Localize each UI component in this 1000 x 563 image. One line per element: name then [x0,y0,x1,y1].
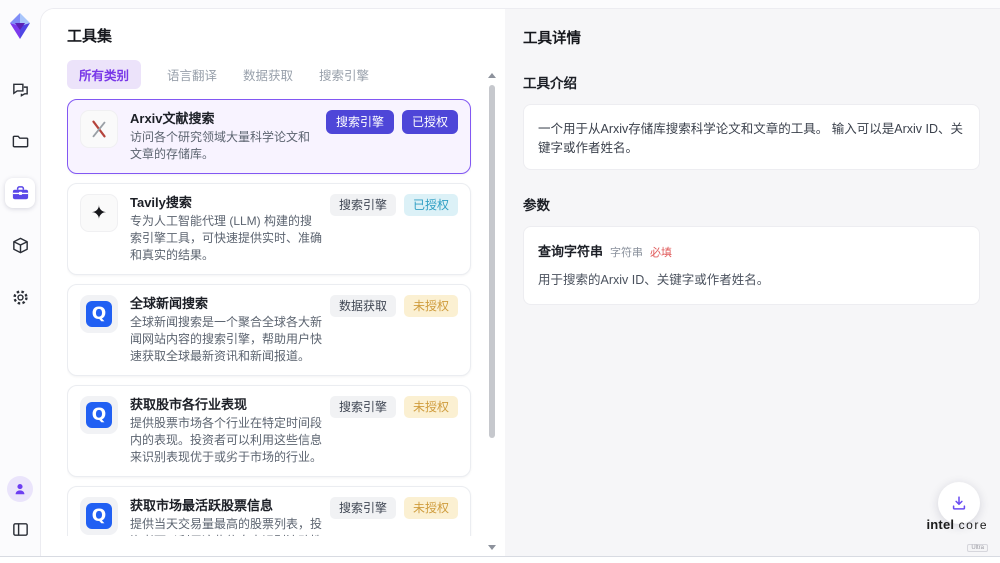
app-logo-icon[interactable] [6,12,34,40]
detail-title: 工具详情 [523,27,980,48]
category-badge: 搜索引擎 [330,396,396,418]
tool-card-stock-industry[interactable]: Q 获取股市各行业表现 提供股票市场各个行业在特定时间段内的表现。投资者可以利用… [67,385,471,477]
tool-name: 获取股市各行业表现 [130,396,324,413]
category-badge: 搜索引擎 [330,497,396,519]
brand-intel-text: intel [926,517,954,532]
tool-name: Arxiv文献搜索 [130,110,320,127]
user-avatar-icon[interactable] [7,476,33,502]
juhe-q-icon: Q [80,295,118,333]
param-description: 用于搜索的Arxiv ID、关键字或作者姓名。 [538,269,965,288]
tool-intro-text: 一个用于从Arxiv存储库搜索科学论文和文章的工具。 输入可以是Arxiv ID… [523,104,980,170]
tool-name: Tavily搜索 [130,194,324,211]
param-required-flag: 必填 [650,244,672,260]
params-section-title: 参数 [523,194,980,214]
settings-icon[interactable] [5,282,35,312]
tool-card-tavily[interactable]: ✦ Tavily搜索 专为人工智能代理 (LLM) 构建的搜索引擎工具，可快速提… [67,183,471,275]
app-window: 工具集 所有类别 语言翻译 数据获取 搜索引擎 Arxiv文献搜索 [0,0,1000,557]
tab-search-engine[interactable]: 搜索引擎 [319,60,369,89]
tool-card-global-news[interactable]: Q 全球新闻搜索 全球新闻搜索是一个聚合全球各大新闻网站内容的搜索引擎，帮助用户… [67,284,471,376]
chat-icon[interactable] [5,74,35,104]
category-badge: 搜索引擎 [330,194,396,216]
auth-status-badge: 未授权 [404,396,458,418]
tool-list-panel: 工具集 所有类别 语言翻译 数据获取 搜索引擎 Arxiv文献搜索 [41,9,505,556]
juhe-q-icon: Q [80,497,118,535]
brand-core-text: core [959,518,988,532]
param-type: 字符串 [610,244,643,260]
folder-icon[interactable] [5,126,35,156]
tool-description: 访问各个研究领域大量科学论文和文章的存储库。 [130,129,320,163]
tool-description: 专为人工智能代理 (LLM) 构建的搜索引擎工具，可快速提供实时、准确和真实的结… [130,213,324,264]
list-scrollbar[interactable] [487,73,497,550]
tab-language-translation[interactable]: 语言翻译 [167,60,217,89]
tool-card-list: Arxiv文献搜索 访问各个研究领域大量科学论文和文章的存储库。 搜索引擎 已授… [67,99,495,536]
auth-status-badge: 未授权 [404,497,458,519]
tab-all-categories[interactable]: 所有类别 [67,60,141,89]
tool-name: 获取市场最活跃股票信息 [130,497,324,514]
arxiv-logo-icon [80,110,118,148]
tool-card-active-stocks[interactable]: Q 获取市场最活跃股票信息 提供当天交易量最高的股票列表，投资者可以利用这些信息… [67,486,471,536]
scroll-down-icon[interactable] [488,545,496,550]
page-title: 工具集 [67,25,495,46]
parameter-card: 查询字符串 字符串 必填 用于搜索的Arxiv ID、关键字或作者姓名。 [523,226,980,305]
auth-status-badge: 已授权 [402,110,458,134]
juhe-q-icon: Q [80,396,118,434]
content-card: 工具集 所有类别 语言翻译 数据获取 搜索引擎 Arxiv文献搜索 [40,8,1000,556]
tool-name: 全球新闻搜索 [130,295,324,312]
cube-icon[interactable] [5,230,35,260]
category-badge: 数据获取 [330,295,396,317]
intel-core-logo: intel core Ultra [926,516,988,552]
intro-section-title: 工具介绍 [523,72,980,92]
category-badge: 搜索引擎 [326,110,394,134]
auth-status-badge: 未授权 [404,295,458,317]
panel-layout-icon[interactable] [5,514,35,544]
param-name: 查询字符串 [538,241,603,260]
tool-description: 全球新闻搜索是一个聚合全球各大新闻网站内容的搜索引擎，帮助用户快速获取全球最新资… [130,314,324,365]
icon-sidebar [0,0,40,556]
category-tabs: 所有类别 语言翻译 数据获取 搜索引擎 [67,60,495,89]
tool-description: 提供股票市场各个行业在特定时间段内的表现。投资者可以利用这些信息来识别表现优于或… [130,415,324,466]
auth-status-badge: 已授权 [404,194,458,216]
tool-detail-panel: 工具详情 工具介绍 一个用于从Arxiv存储库搜索科学论文和文章的工具。 输入可… [505,9,1000,556]
tab-data-fetch[interactable]: 数据获取 [243,60,293,89]
tool-description: 提供当天交易量最高的股票列表，投资者可以利用这些信息来识别流动性强的股票和潜在的… [130,516,324,536]
scroll-up-icon[interactable] [488,73,496,78]
tool-card-arxiv[interactable]: Arxiv文献搜索 访问各个研究领域大量科学论文和文章的存储库。 搜索引擎 已授… [67,99,471,174]
scrollbar-thumb[interactable] [489,85,495,438]
tavily-sparkle-icon: ✦ [80,194,118,232]
brand-ultra-badge: Ultra [967,544,988,552]
toolbox-icon[interactable] [5,178,35,208]
